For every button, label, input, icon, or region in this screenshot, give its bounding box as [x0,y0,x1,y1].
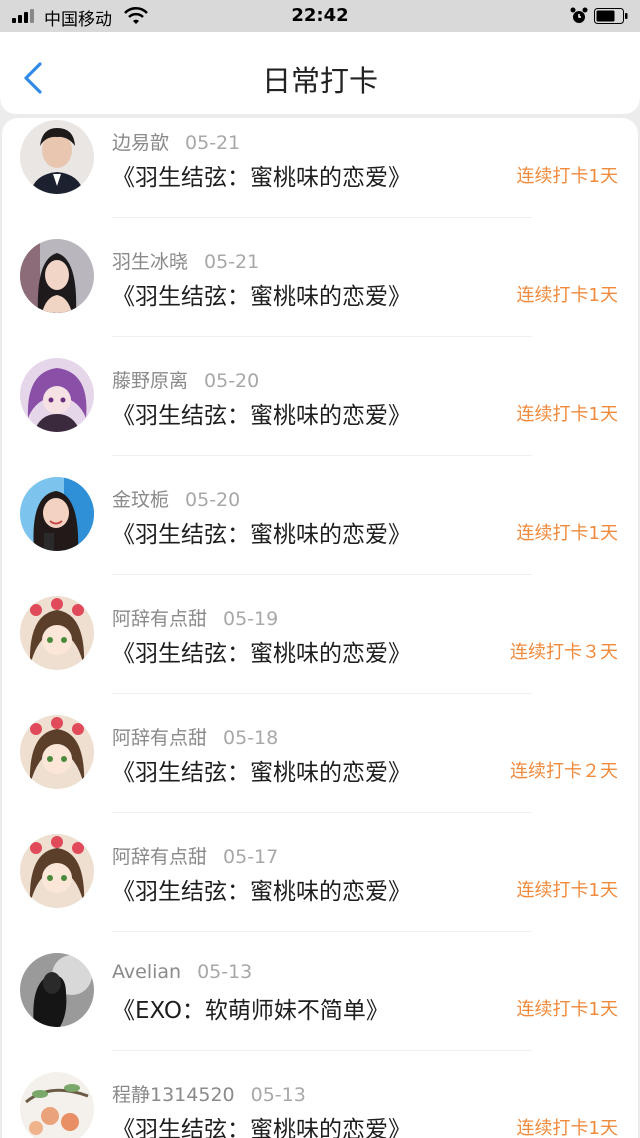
divider [112,1050,532,1051]
clock: 22:42 [291,5,349,26]
user-name[interactable]: 阿辞有点甜 [112,727,207,749]
divider [112,455,532,456]
checkin-date: 05-13 [197,961,253,983]
list-item[interactable]: 羽生冰晓 05-21 《羽生结弦：蜜桃味的恋爱》 连续打卡1天 [2,239,638,358]
divider [112,931,532,932]
alarm-icon [570,7,588,23]
avatar[interactable] [20,120,94,194]
book-title[interactable]: 《羽生结弦：蜜桃味的恋爱》 [112,634,411,668]
list-item[interactable]: Avelian 05-13 《EXO：软萌师妹不简单》 连续打卡1天 [2,953,638,1072]
list-item[interactable]: 边易歆 05-21 《羽生结弦：蜜桃味的恋爱》 连续打卡1天 [2,120,638,239]
divider [112,812,532,813]
user-name[interactable]: 金玟栀 [112,489,169,511]
streak-label: 连续打卡1天 [516,1118,618,1138]
checkin-date: 05-17 [223,846,279,868]
avatar[interactable] [20,1072,94,1138]
divider [112,693,532,694]
list-item[interactable]: 阿辞有点甜 05-18 《羽生结弦：蜜桃味的恋爱》 连续打卡２天 [2,715,638,834]
user-name[interactable]: 藤野原离 [112,370,188,392]
divider [112,217,532,218]
status-bar: 中国移动 22:42 [0,0,640,32]
divider [112,574,532,575]
streak-label: 连续打卡３天 [510,642,618,663]
avatar[interactable] [20,358,94,432]
checkin-date: 05-20 [204,370,260,392]
streak-label: 连续打卡1天 [516,880,618,901]
streak-label: 连续打卡1天 [516,166,618,187]
nav-bar: 日常打卡 [0,32,640,114]
battery-icon [594,8,628,24]
avatar[interactable] [20,715,94,789]
checkin-date: 05-18 [223,727,279,749]
checkin-date: 05-13 [250,1084,306,1106]
avatar[interactable] [20,239,94,313]
user-name[interactable]: Avelian [112,961,181,983]
book-title[interactable]: 《羽生结弦：蜜桃味的恋爱》 [112,158,411,192]
streak-label: 连续打卡1天 [516,285,618,306]
book-title[interactable]: 《羽生结弦：蜜桃味的恋爱》 [112,872,411,906]
list-item[interactable]: 藤野原离 05-20 《羽生结弦：蜜桃味的恋爱》 连续打卡1天 [2,358,638,477]
list-item[interactable]: 阿辞有点甜 05-17 《羽生结弦：蜜桃味的恋爱》 连续打卡1天 [2,834,638,953]
user-name[interactable]: 羽生冰晓 [112,251,188,273]
book-title[interactable]: 《羽生结弦：蜜桃味的恋爱》 [112,396,411,430]
book-title[interactable]: 《羽生结弦：蜜桃味的恋爱》 [112,753,411,787]
avatar[interactable] [20,596,94,670]
streak-label: 连续打卡1天 [516,404,618,425]
avatar[interactable] [20,477,94,551]
streak-label: 连续打卡1天 [516,999,618,1020]
checkin-date: 05-19 [223,608,279,630]
streak-label: 连续打卡1天 [516,523,618,544]
checkin-list: 边易歆 05-21 《羽生结弦：蜜桃味的恋爱》 连续打卡1天 羽生冰晓 05-21 … [2,118,638,1138]
page-title: 日常打卡 [261,64,378,98]
list-item[interactable]: 金玟栀 05-20 《羽生结弦：蜜桃味的恋爱》 连续打卡1天 [2,477,638,596]
user-name[interactable]: 程静1314520 [112,1084,235,1106]
book-title[interactable]: 《EXO：软萌师妹不简单》 [112,991,389,1025]
streak-label: 连续打卡２天 [510,761,618,782]
list-item[interactable]: 程静1314520 05-13 《羽生结弦：蜜桃味的恋爱》 连续打卡1天 [2,1072,638,1138]
checkin-date: 05-21 [185,132,241,154]
checkin-date: 05-20 [185,489,241,511]
user-name[interactable]: 阿辞有点甜 [112,608,207,630]
divider [112,336,532,337]
avatar[interactable] [20,953,94,1027]
user-name[interactable]: 阿辞有点甜 [112,846,207,868]
checkin-date: 05-21 [204,251,260,273]
book-title[interactable]: 《羽生结弦：蜜桃味的恋爱》 [112,1110,411,1138]
book-title[interactable]: 《羽生结弦：蜜桃味的恋爱》 [112,277,411,311]
avatar[interactable] [20,834,94,908]
list-item[interactable]: 阿辞有点甜 05-19 《羽生结弦：蜜桃味的恋爱》 连续打卡３天 [2,596,638,715]
user-name[interactable]: 边易歆 [112,132,169,154]
book-title[interactable]: 《羽生结弦：蜜桃味的恋爱》 [112,515,411,549]
